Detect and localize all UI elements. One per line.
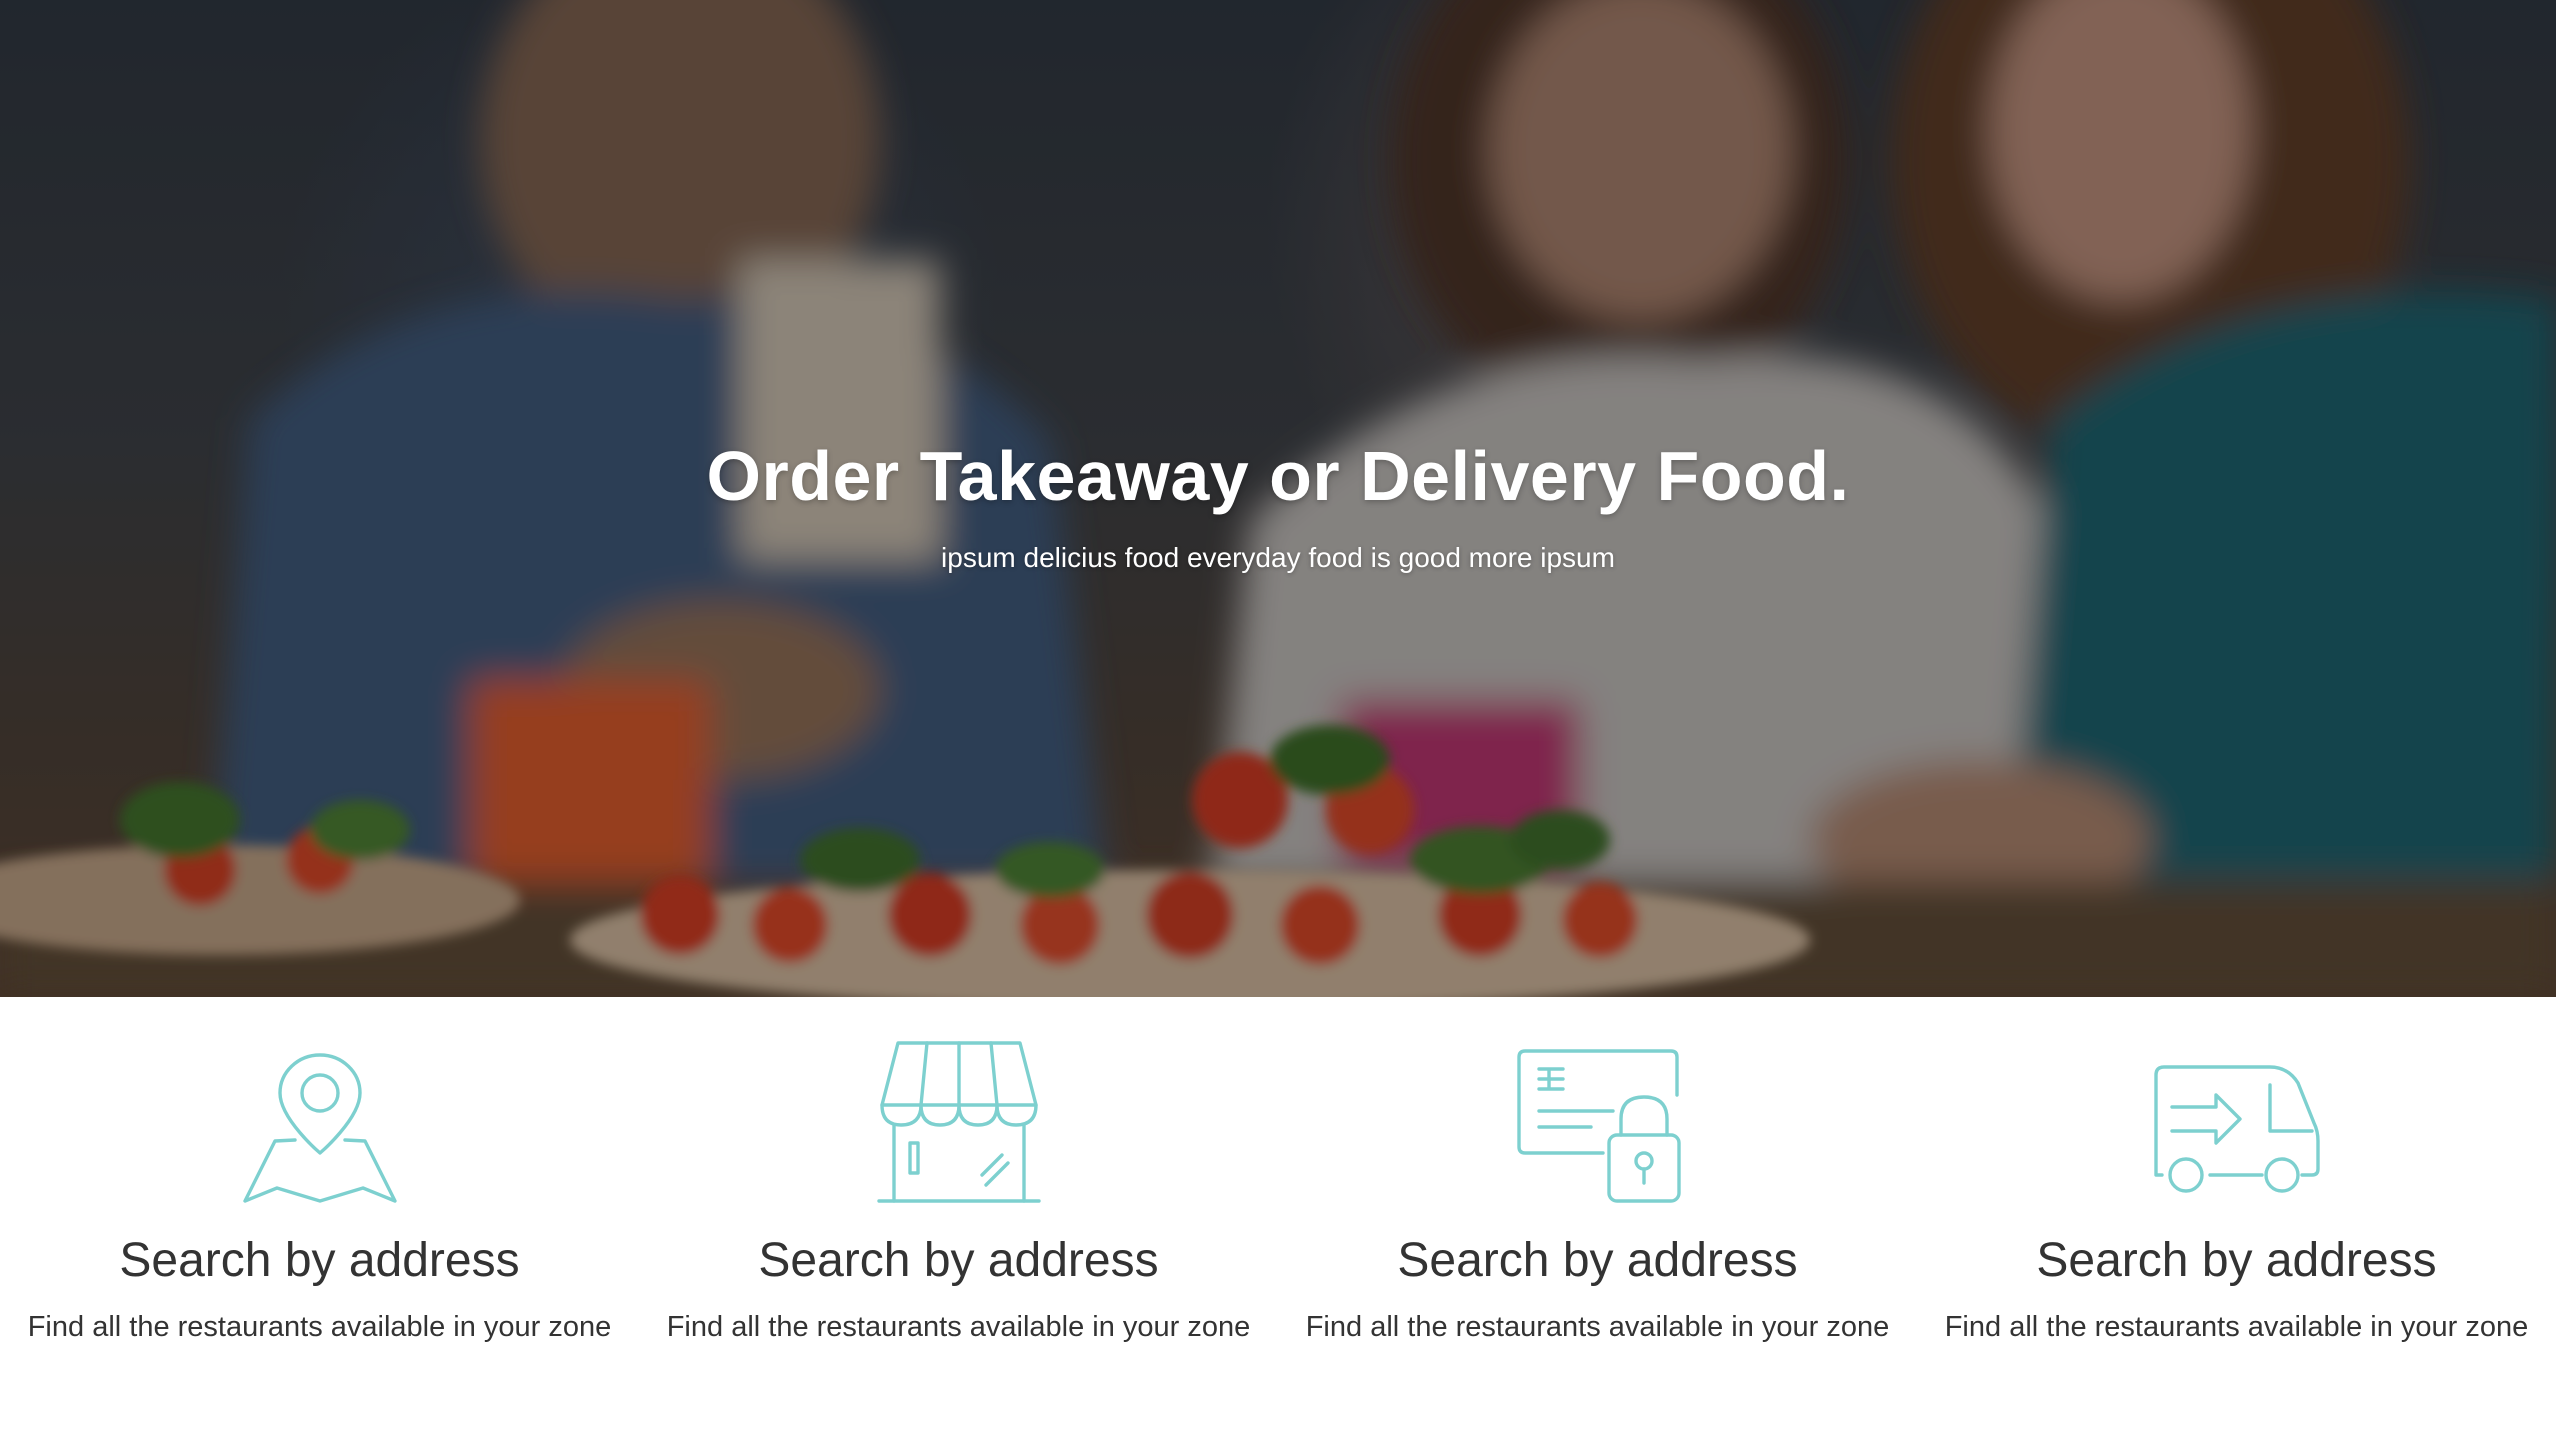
feature-title: Search by address bbox=[119, 1234, 520, 1287]
secure-card-icon bbox=[1513, 1035, 1683, 1205]
feature-item: Search by address Find all the restauran… bbox=[639, 997, 1278, 1446]
feature-title: Search by address bbox=[758, 1234, 1159, 1287]
map-pin-icon bbox=[235, 1035, 405, 1205]
feature-item: Search by address Find all the restauran… bbox=[1917, 997, 2556, 1446]
feature-item: Search by address Find all the restauran… bbox=[1278, 997, 1917, 1446]
feature-title: Search by address bbox=[2036, 1234, 2437, 1287]
feature-title: Search by address bbox=[1397, 1234, 1798, 1287]
delivery-van-icon bbox=[2152, 1035, 2322, 1205]
hero-subtitle: ipsum delicius food everyday food is goo… bbox=[941, 542, 1615, 573]
storefront-icon bbox=[874, 1035, 1044, 1205]
feature-description: Find all the restaurants available in yo… bbox=[1305, 1311, 1890, 1343]
feature-item: Search by address Find all the restauran… bbox=[0, 997, 639, 1446]
hero-title: Order Takeaway or Delivery Food. bbox=[706, 437, 1850, 515]
hero-content: Order Takeaway or Delivery Food. ipsum d… bbox=[0, 430, 2556, 576]
feature-description: Find all the restaurants available in yo… bbox=[27, 1311, 612, 1343]
feature-description: Find all the restaurants available in yo… bbox=[1944, 1311, 2529, 1343]
features-section: Search by address Find all the restauran… bbox=[0, 997, 2556, 1446]
hero-banner: Order Takeaway or Delivery Food. ipsum d… bbox=[0, 0, 2556, 997]
feature-description: Find all the restaurants available in yo… bbox=[666, 1311, 1251, 1343]
